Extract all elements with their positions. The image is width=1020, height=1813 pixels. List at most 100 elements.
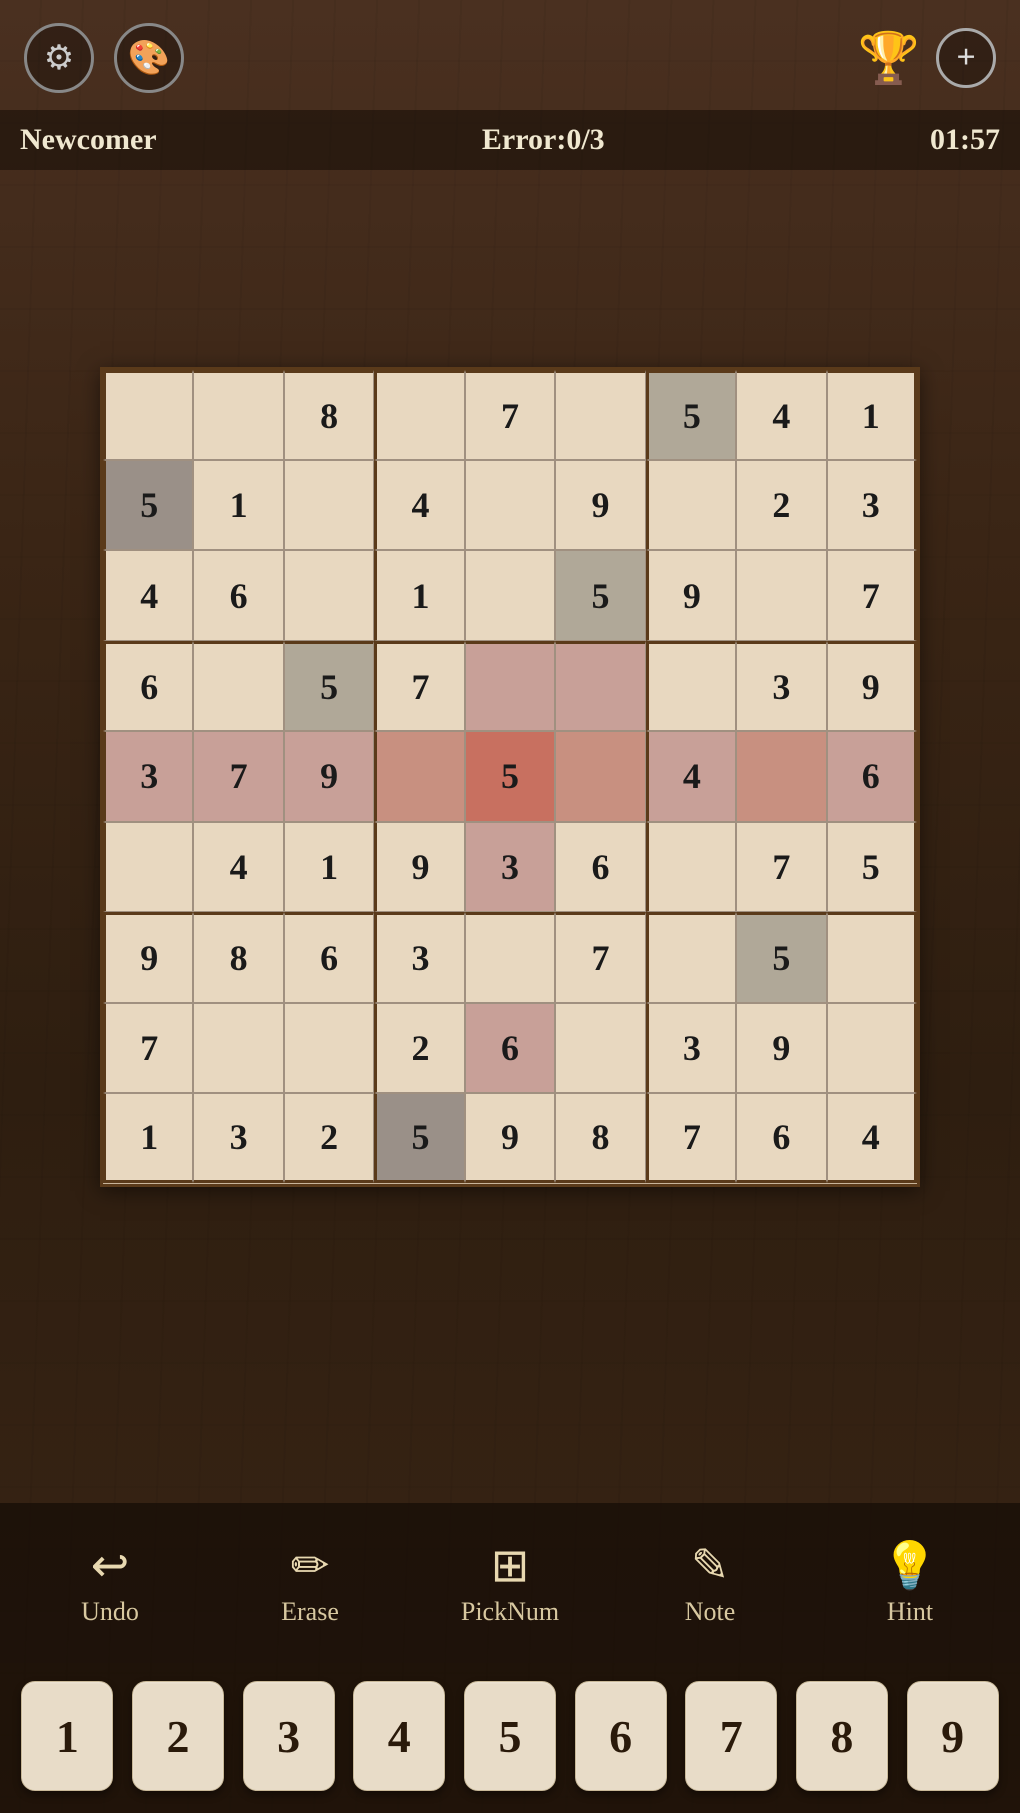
cell[interactable]: 8 [193, 912, 283, 1002]
cell[interactable] [103, 822, 193, 912]
cell[interactable]: 6 [555, 822, 645, 912]
add-button[interactable]: + [936, 28, 996, 88]
cell[interactable]: 4 [103, 550, 193, 640]
cell[interactable]: 3 [193, 1093, 283, 1183]
cell[interactable] [284, 550, 374, 640]
cell[interactable]: 7 [103, 1003, 193, 1093]
cell[interactable]: 6 [827, 731, 917, 821]
number-button-2[interactable]: 2 [132, 1681, 224, 1791]
cell[interactable]: 5 [284, 641, 374, 731]
cell[interactable]: 9 [284, 731, 374, 821]
cell[interactable]: 2 [736, 460, 826, 550]
cell[interactable]: 9 [736, 1003, 826, 1093]
erase-button[interactable]: ✏ Erase [245, 1543, 375, 1627]
cell[interactable]: 9 [465, 1093, 555, 1183]
cell[interactable] [284, 1003, 374, 1093]
cell[interactable] [374, 731, 464, 821]
cell[interactable]: 3 [374, 912, 464, 1002]
cell[interactable] [736, 550, 826, 640]
cell[interactable] [555, 641, 645, 731]
cell[interactable]: 5 [374, 1093, 464, 1183]
cell[interactable]: 7 [555, 912, 645, 1002]
cell[interactable]: 4 [736, 370, 826, 460]
cell[interactable] [555, 1003, 645, 1093]
cell[interactable] [193, 641, 283, 731]
cell[interactable]: 4 [646, 731, 736, 821]
cell[interactable] [103, 370, 193, 460]
cell[interactable] [646, 912, 736, 1002]
cell[interactable]: 1 [374, 550, 464, 640]
cell[interactable]: 9 [374, 822, 464, 912]
note-button[interactable]: ✎ Note [645, 1543, 775, 1627]
cell[interactable]: 7 [374, 641, 464, 731]
cell[interactable]: 1 [193, 460, 283, 550]
cell[interactable]: 8 [555, 1093, 645, 1183]
cell[interactable] [827, 1003, 917, 1093]
cell[interactable] [555, 731, 645, 821]
undo-button[interactable]: ↩ Undo [45, 1543, 175, 1627]
cell[interactable] [374, 370, 464, 460]
cell[interactable]: 5 [103, 460, 193, 550]
cell[interactable]: 6 [736, 1093, 826, 1183]
cell[interactable]: 1 [284, 822, 374, 912]
cell[interactable]: 3 [103, 731, 193, 821]
cell[interactable] [465, 912, 555, 1002]
cell[interactable] [465, 641, 555, 731]
cell[interactable]: 4 [193, 822, 283, 912]
cell[interactable]: 5 [555, 550, 645, 640]
cell[interactable]: 4 [374, 460, 464, 550]
cell[interactable]: 6 [193, 550, 283, 640]
number-button-4[interactable]: 4 [353, 1681, 445, 1791]
cell[interactable]: 6 [465, 1003, 555, 1093]
hint-button[interactable]: 💡 Hint [845, 1543, 975, 1627]
cell[interactable]: 6 [284, 912, 374, 1002]
cell[interactable]: 3 [646, 1003, 736, 1093]
number-button-1[interactable]: 1 [21, 1681, 113, 1791]
cell[interactable]: 8 [284, 370, 374, 460]
cell[interactable]: 5 [465, 731, 555, 821]
cell[interactable]: 3 [736, 641, 826, 731]
cell[interactable] [193, 370, 283, 460]
number-pad: 123456789 [0, 1663, 1020, 1813]
cell[interactable]: 9 [555, 460, 645, 550]
cell[interactable]: 7 [736, 822, 826, 912]
cell[interactable] [465, 460, 555, 550]
cell[interactable]: 1 [103, 1093, 193, 1183]
cell[interactable] [465, 550, 555, 640]
number-button-7[interactable]: 7 [685, 1681, 777, 1791]
cell[interactable] [646, 822, 736, 912]
number-button-9[interactable]: 9 [907, 1681, 999, 1791]
cell[interactable]: 4 [827, 1093, 917, 1183]
cell[interactable]: 9 [646, 550, 736, 640]
cell[interactable]: 9 [827, 641, 917, 731]
number-button-3[interactable]: 3 [243, 1681, 335, 1791]
cell[interactable]: 3 [465, 822, 555, 912]
cell[interactable] [736, 731, 826, 821]
cell[interactable]: 3 [827, 460, 917, 550]
palette-icon: 🎨 [128, 38, 170, 78]
number-button-8[interactable]: 8 [796, 1681, 888, 1791]
cell[interactable]: 7 [646, 1093, 736, 1183]
cell[interactable] [646, 460, 736, 550]
cell[interactable]: 7 [827, 550, 917, 640]
cell[interactable] [827, 912, 917, 1002]
cell[interactable] [555, 370, 645, 460]
cell[interactable]: 5 [827, 822, 917, 912]
palette-button[interactable]: 🎨 [114, 23, 184, 93]
cell[interactable]: 5 [736, 912, 826, 1002]
cell[interactable] [284, 460, 374, 550]
cell[interactable]: 5 [646, 370, 736, 460]
cell[interactable]: 7 [465, 370, 555, 460]
cell[interactable] [646, 641, 736, 731]
number-button-5[interactable]: 5 [464, 1681, 556, 1791]
cell[interactable]: 1 [827, 370, 917, 460]
number-button-6[interactable]: 6 [575, 1681, 667, 1791]
cell[interactable]: 7 [193, 731, 283, 821]
settings-button[interactable]: ⚙ [24, 23, 94, 93]
cell[interactable]: 2 [374, 1003, 464, 1093]
cell[interactable]: 2 [284, 1093, 374, 1183]
cell[interactable]: 6 [103, 641, 193, 731]
picknum-button[interactable]: ⊞ PickNum [445, 1543, 575, 1627]
cell[interactable]: 9 [103, 912, 193, 1002]
cell[interactable] [193, 1003, 283, 1093]
